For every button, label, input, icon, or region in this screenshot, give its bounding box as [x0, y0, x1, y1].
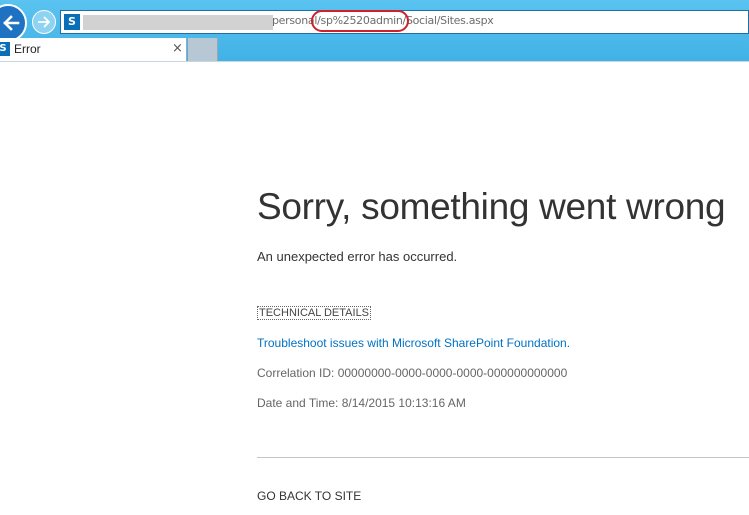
sharepoint-s-icon: S: [64, 14, 80, 30]
troubleshoot-link[interactable]: Troubleshoot issues with Microsoft Share…: [257, 336, 570, 350]
technical-details-toggle[interactable]: TECHNICAL DETAILS: [257, 306, 372, 320]
close-icon[interactable]: ×: [172, 41, 183, 56]
divider: [257, 457, 749, 458]
forward-arrow-icon: [38, 16, 51, 28]
new-tab-button[interactable]: [188, 38, 218, 62]
go-back-to-site-link[interactable]: GO BACK TO SITE: [257, 489, 361, 503]
error-page: Sorry, something went wrong An unexpecte…: [257, 0, 749, 515]
error-datetime: Date and Time: 8/14/2015 10:13:16 AM: [257, 396, 466, 410]
page-title: Sorry, something went wrong: [257, 186, 726, 227]
error-message: An unexpected error has occurred.: [257, 249, 458, 264]
tab-error[interactable]: S Error ×: [0, 38, 187, 62]
sharepoint-s-icon: S: [0, 42, 10, 56]
back-button[interactable]: [0, 4, 27, 42]
tab-title: Error: [14, 42, 41, 56]
correlation-id: Correlation ID: 00000000-0000-0000-0000-…: [257, 366, 568, 380]
redacted-url-segment: [83, 15, 273, 30]
back-arrow-icon: [3, 15, 20, 31]
forward-button[interactable]: [32, 10, 56, 34]
